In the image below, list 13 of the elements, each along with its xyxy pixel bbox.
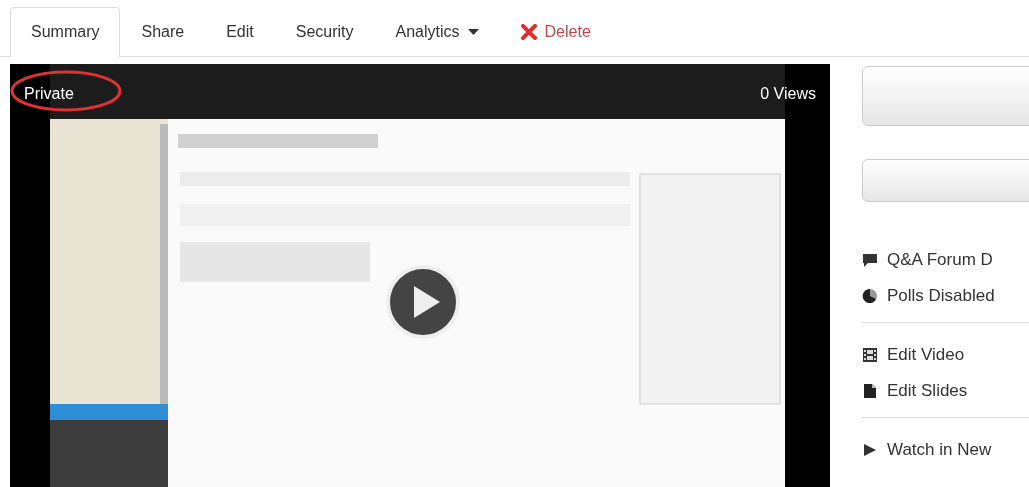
side-link[interactable]: Polls Disabled xyxy=(862,278,1029,314)
privacy-label: Private xyxy=(24,84,74,104)
delete-tab[interactable]: Delete xyxy=(499,7,612,57)
tab[interactable]: Security xyxy=(274,7,375,57)
side-link[interactable]: Q&A Forum D xyxy=(862,242,1029,278)
view-count: 0 Views xyxy=(760,84,816,104)
tab[interactable]: Share xyxy=(120,7,206,57)
tab[interactable]: Edit xyxy=(205,7,275,57)
tab[interactable]: Summary xyxy=(10,7,121,57)
tab[interactable]: Analytics xyxy=(374,7,500,57)
side-link[interactable]: Edit Slides xyxy=(862,373,1029,409)
side-link[interactable]: Watch in New xyxy=(862,432,1029,468)
side-link[interactable]: Edit Video xyxy=(862,337,1029,373)
